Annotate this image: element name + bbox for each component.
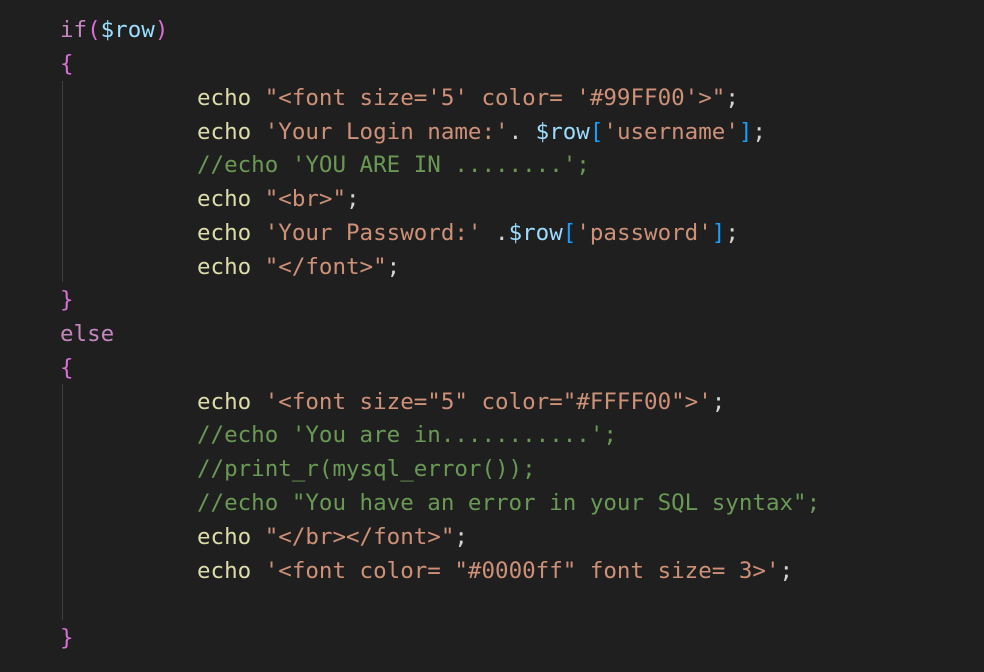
code-token-punct: . bbox=[481, 220, 509, 246]
code-token-punct: ; bbox=[711, 389, 726, 415]
code-token-string: "<br>" bbox=[264, 186, 347, 212]
code-token-brace: { bbox=[60, 51, 74, 77]
code-token-bracket: ] bbox=[738, 119, 753, 145]
code-token-function: echo bbox=[197, 389, 265, 415]
code-line: echo 'Your Login name:'. $row['username'… bbox=[197, 115, 766, 149]
code-token-brace: ( bbox=[87, 17, 101, 43]
code-token-comment: //echo 'You are in...........'; bbox=[197, 422, 617, 448]
code-line: { bbox=[60, 351, 74, 385]
code-token-bracket: ] bbox=[711, 220, 726, 246]
code-line: echo "<br>"; bbox=[197, 182, 360, 216]
code-token-comment: //print_r(mysql_error()); bbox=[197, 456, 536, 482]
code-token-punct: ; bbox=[386, 254, 401, 280]
code-token-brace: } bbox=[60, 287, 74, 313]
code-token-punct: . bbox=[508, 119, 536, 145]
code-line: echo "<font size='5' color= '#99FF00'>"; bbox=[197, 81, 739, 115]
code-token-punct: ; bbox=[752, 119, 766, 145]
code-line: if($row) bbox=[60, 13, 168, 47]
code-token-variable: $row bbox=[100, 17, 155, 43]
code-line: { bbox=[60, 47, 74, 81]
code-token-brace: ) bbox=[154, 17, 169, 43]
code-line: //print_r(mysql_error()); bbox=[197, 452, 536, 486]
code-token-function: echo bbox=[197, 558, 265, 584]
code-token-punct: ; bbox=[725, 220, 739, 246]
code-editor[interactable]: if($row){echo "<font size='5' color= '#9… bbox=[0, 0, 984, 672]
code-token-punct: ; bbox=[725, 85, 739, 111]
code-token-function: echo bbox=[197, 254, 265, 280]
indent-guide bbox=[62, 81, 63, 282]
code-line: echo '<font color= "#0000ff" font size= … bbox=[197, 554, 793, 588]
code-token-punct: ; bbox=[346, 186, 360, 212]
code-token-keyword: else bbox=[60, 321, 115, 347]
code-token-string: 'password' bbox=[576, 220, 712, 246]
code-token-brace: { bbox=[60, 355, 74, 381]
code-line: } bbox=[60, 283, 74, 317]
code-token-string: 'Your Password:' bbox=[264, 220, 482, 246]
code-token-string: 'Your Login name:' bbox=[264, 119, 509, 145]
code-token-function: echo bbox=[197, 119, 265, 145]
code-line: } bbox=[60, 621, 74, 655]
code-token-string: "</br></font>" bbox=[264, 524, 455, 550]
code-token-brace: } bbox=[60, 625, 74, 651]
code-token-bracket: [ bbox=[562, 220, 577, 246]
code-line: //echo 'YOU ARE IN ........'; bbox=[197, 148, 590, 182]
code-token-function: echo bbox=[197, 524, 265, 550]
code-token-keyword: if bbox=[60, 17, 88, 43]
code-token-variable: $row bbox=[508, 220, 563, 246]
code-line: echo '<font size="5" color="#FFFF00">'; bbox=[197, 385, 725, 419]
code-token-comment: //echo 'YOU ARE IN ........'; bbox=[197, 152, 590, 178]
code-token-string: "<font size='5' color= '#99FF00'>" bbox=[264, 85, 726, 111]
code-token-function: echo bbox=[197, 220, 265, 246]
code-token-punct: ; bbox=[779, 558, 794, 584]
code-token-variable: $row bbox=[535, 119, 590, 145]
code-token-function: echo bbox=[197, 186, 265, 212]
code-token-string: '<font size="5" color="#FFFF00">' bbox=[264, 389, 712, 415]
code-line: else bbox=[60, 317, 114, 351]
code-line: echo "</br></font>"; bbox=[197, 520, 468, 554]
code-token-punct: ; bbox=[454, 524, 468, 550]
code-token-string: '<font color= "#0000ff" font size= 3>' bbox=[264, 558, 780, 584]
code-line: //echo "You have an error in your SQL sy… bbox=[197, 486, 820, 520]
code-line: echo 'Your Password:' .$row['password']; bbox=[197, 216, 739, 250]
code-token-bracket: [ bbox=[589, 119, 604, 145]
code-line: //echo 'You are in...........'; bbox=[197, 418, 617, 452]
code-line: echo "</font>"; bbox=[197, 250, 400, 284]
code-token-comment: //echo "You have an error in your SQL sy… bbox=[197, 490, 821, 516]
code-token-function: echo bbox=[197, 85, 265, 111]
code-token-string: "</font>" bbox=[264, 254, 387, 280]
indent-guide bbox=[62, 384, 63, 620]
code-token-string: 'username' bbox=[603, 119, 739, 145]
